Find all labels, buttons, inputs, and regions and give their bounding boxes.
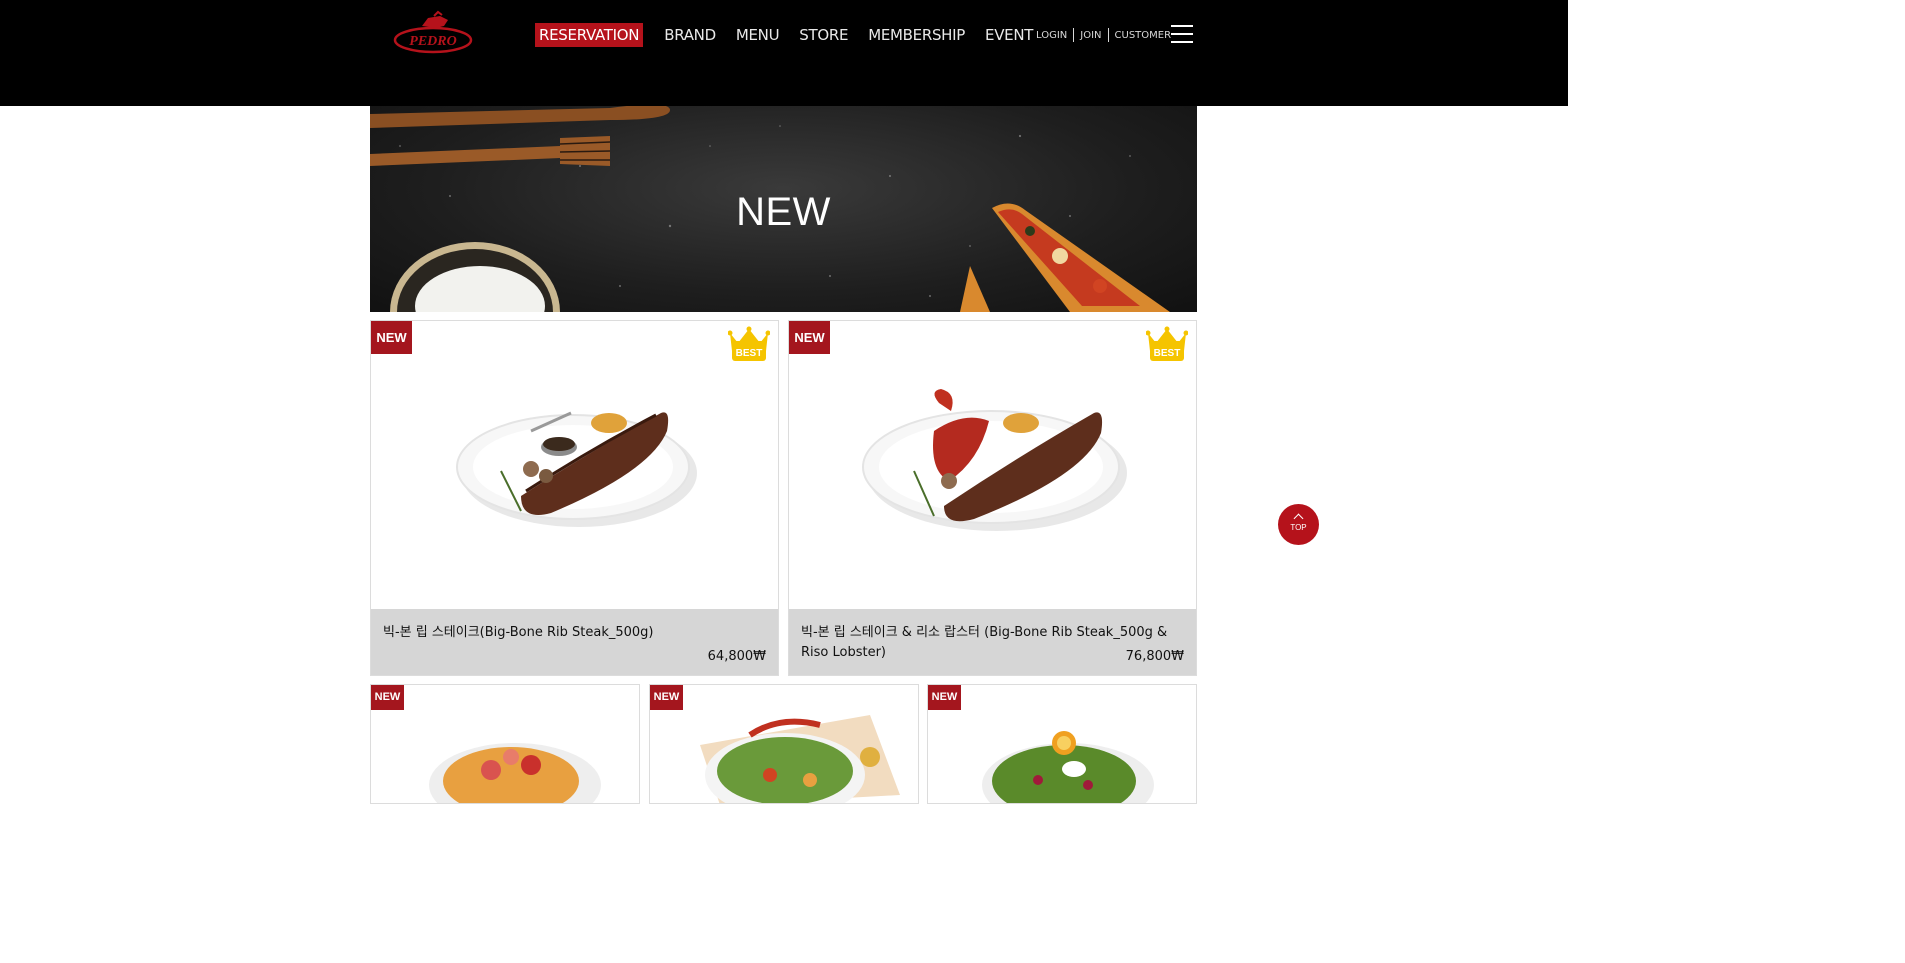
product-image [700, 715, 900, 803]
login-link[interactable]: LOGIN [1036, 30, 1067, 41]
scroll-top-button[interactable]: TOP [1278, 504, 1319, 545]
new-badge: NEW [650, 685, 683, 710]
nav-event[interactable]: EVENT [985, 26, 1033, 44]
page-title: NEW [736, 190, 831, 234]
util-links: LOGIN JOIN CUSTOMER [1036, 27, 1171, 43]
pedro-logo[interactable]: PEDRO [392, 10, 474, 54]
product-price: 64,800₩ [707, 649, 766, 664]
nav-reservation[interactable]: RESERVATION [535, 23, 644, 47]
nav-membership[interactable]: MEMBERSHIP [868, 26, 965, 44]
product-image [456, 411, 697, 527]
best-crown-icon: BEST [728, 326, 770, 361]
divider [1107, 28, 1109, 42]
product-image [429, 743, 601, 803]
best-crown-icon: BEST [1146, 326, 1188, 361]
product-card[interactable]: NEW BEST 빅-본 립 스테이크 & 리소 랍스터 (Big-Bone R… [788, 320, 1197, 676]
new-badge: NEW [371, 321, 412, 354]
product-info: 빅-본 립 스테이크(Big-Bone Rib Steak_500g) 64,8… [371, 609, 778, 675]
product-image [982, 731, 1154, 803]
product-name: 빅-본 립 스테이크(Big-Bone Rib Steak_500g) [383, 625, 654, 640]
svg-text:BEST: BEST [1154, 348, 1181, 359]
arrow-up-icon [1293, 513, 1304, 524]
product-card[interactable]: NEW [927, 684, 1197, 804]
new-badge: NEW [928, 685, 961, 710]
new-badge: NEW [789, 321, 830, 354]
top-label: TOP [1290, 523, 1307, 532]
product-card[interactable]: NEW [370, 684, 640, 804]
nav-store[interactable]: STORE [799, 26, 848, 44]
join-link[interactable]: JOIN [1080, 30, 1101, 41]
product-card[interactable]: NEW BEST 빅-본 립 스테이크(Big-Bone Rib Steak_5… [370, 320, 779, 676]
product-info: 빅-본 립 스테이크 & 리소 랍스터 (Big-Bone Rib Steak_… [789, 609, 1196, 675]
divider [1073, 28, 1075, 42]
nav-brand[interactable]: BRAND [664, 26, 716, 44]
logo-text: PEDRO [409, 34, 456, 49]
main-nav: RESERVATION BRAND MENU STORE MEMBERSHIP … [535, 23, 1053, 47]
product-card[interactable]: NEW [649, 684, 919, 804]
nav-menu[interactable]: MENU [736, 26, 780, 44]
hamburger-icon[interactable] [1171, 25, 1193, 43]
product-price: 76,800₩ [1125, 649, 1184, 664]
new-badge: NEW [371, 685, 404, 710]
product-image [862, 389, 1127, 531]
customer-link[interactable]: CUSTOMER [1115, 30, 1172, 41]
hero-banner: NEW [370, 106, 1197, 312]
svg-text:BEST: BEST [736, 348, 763, 359]
site-header: PEDRO RESERVATION BRAND MENU STORE MEMBE… [0, 0, 1568, 106]
